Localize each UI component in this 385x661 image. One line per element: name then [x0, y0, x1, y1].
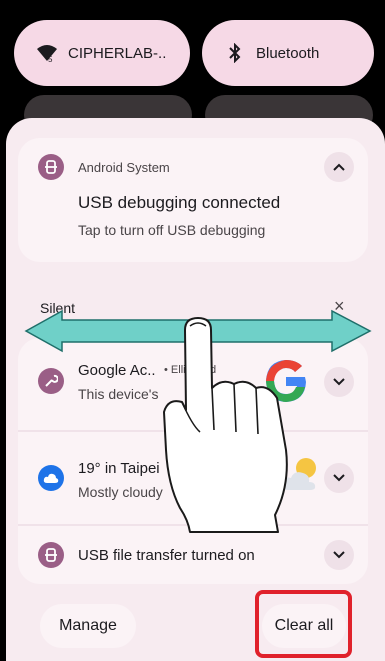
list-item[interactable]: 19° in Taipei Mostly cloudy [18, 432, 368, 524]
wifi-tile-label: CIPHERLAB-.. [68, 44, 167, 62]
wifi-tile[interactable]: 5 CIPHERLAB-.. [14, 20, 190, 86]
chevron-down-icon[interactable] [324, 463, 354, 493]
list-item[interactable]: USB file transfer turned on [18, 526, 368, 584]
notification-title: USB file transfer turned on [78, 547, 255, 564]
google-logo-icon [261, 356, 311, 406]
android-system-icon [38, 154, 64, 180]
bluetooth-icon [224, 42, 246, 64]
notification-body: This device's [78, 386, 159, 402]
notification-body: Mostly cloudy [78, 484, 163, 500]
manage-button-label: Manage [59, 617, 117, 634]
chevron-down-icon[interactable] [324, 540, 354, 570]
close-icon[interactable]: × [334, 296, 345, 317]
list-item[interactable]: Google Ac.. • Elli... 14d This device's [18, 338, 368, 430]
clear-all-highlight [255, 590, 352, 658]
chevron-down-icon[interactable] [324, 367, 354, 397]
partly-cloudy-icon [280, 454, 324, 499]
bluetooth-tile[interactable]: Bluetooth [202, 20, 374, 86]
wrench-icon [38, 368, 64, 394]
notification-title: USB debugging connected [78, 193, 281, 212]
usb-debugging-notification[interactable]: Android System USB debugging connected T… [18, 138, 368, 262]
notification-title: 19° in Taipei [78, 460, 160, 477]
cloud-icon [38, 465, 64, 491]
notification-meta: • Elli... 14d [164, 364, 217, 376]
bluetooth-tile-label: Bluetooth [256, 44, 320, 62]
android-system-icon [38, 542, 64, 568]
manage-button[interactable]: Manage [40, 604, 136, 648]
svg-text:5: 5 [48, 55, 53, 63]
notification-app-name: Android System [78, 160, 170, 175]
chevron-up-icon[interactable] [324, 152, 354, 182]
silent-section-header: Silent [40, 300, 76, 316]
notification-body: Tap to turn off USB debugging [78, 222, 266, 238]
notification-title: Google Ac.. [78, 362, 156, 379]
wifi-icon: 5 [36, 42, 58, 64]
